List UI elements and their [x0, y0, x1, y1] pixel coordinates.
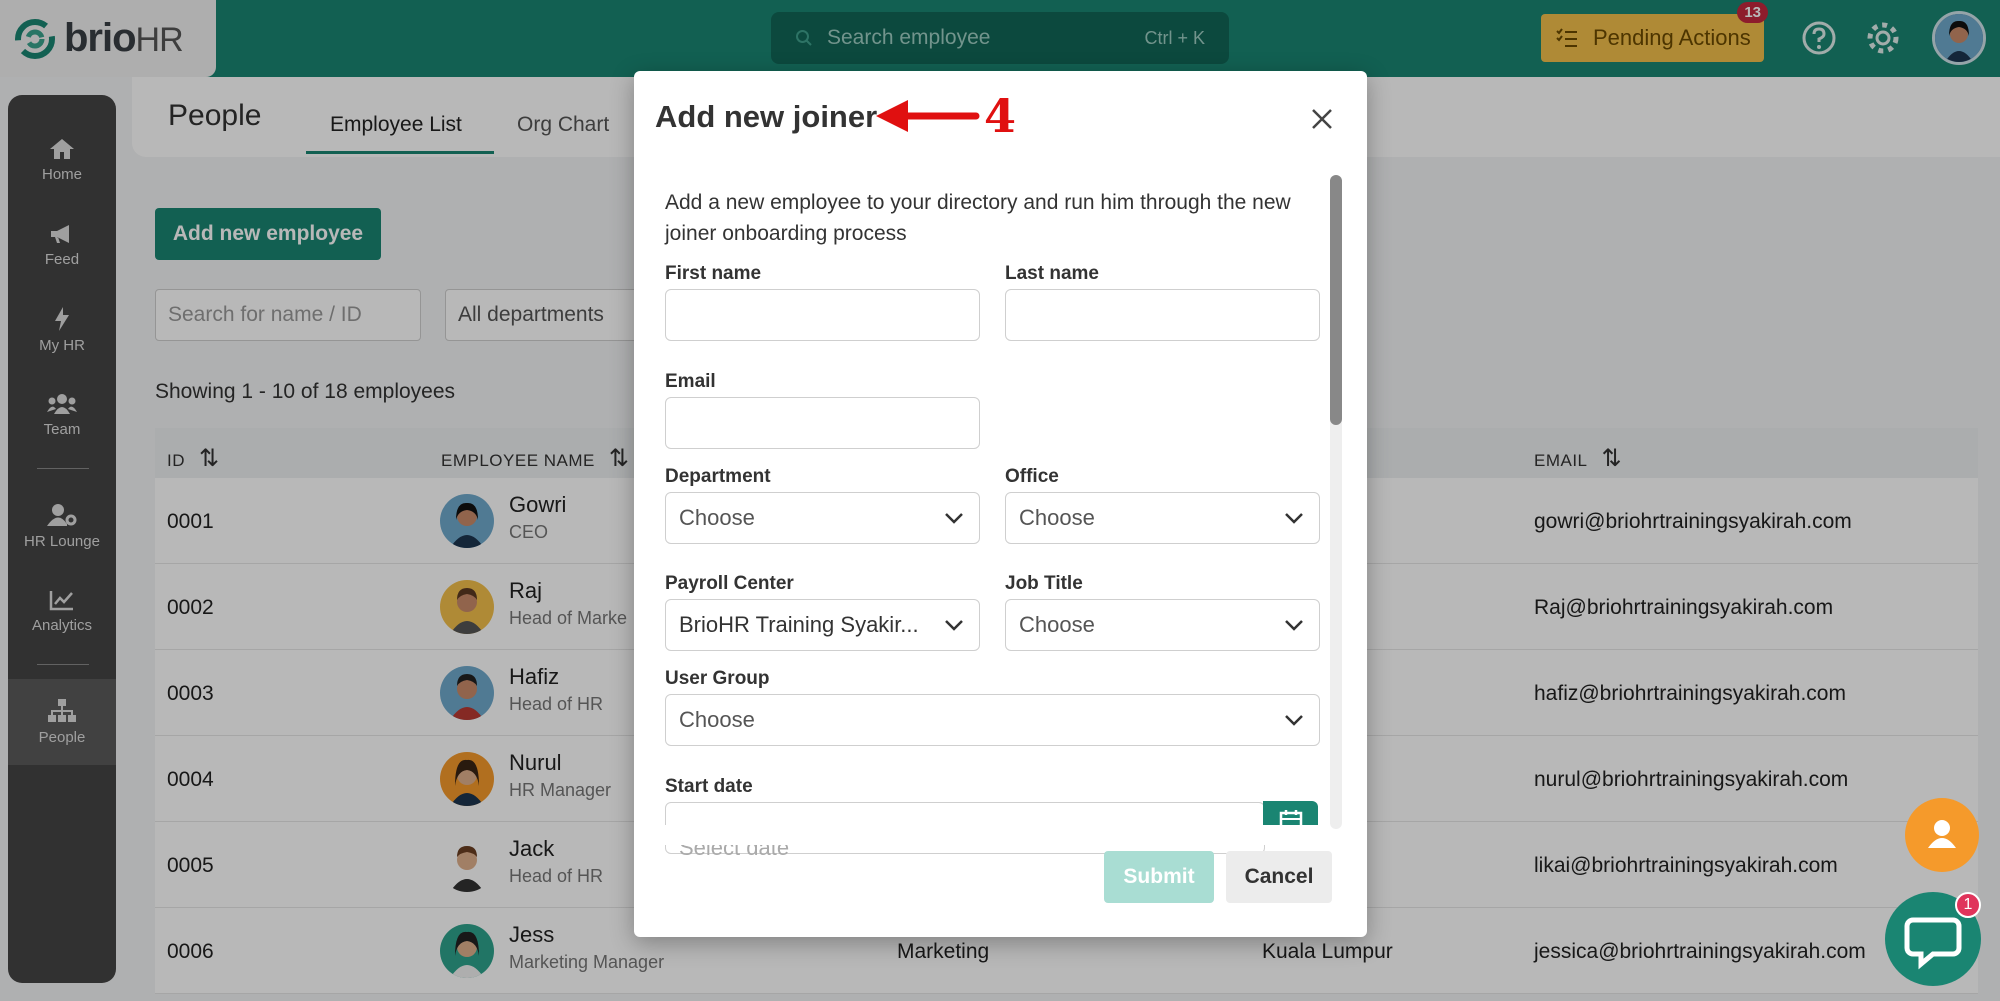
- annotation-step-number: 4: [984, 89, 1017, 143]
- chat-notification-badge: 1: [1955, 892, 1981, 918]
- dialog-scroll-clip: [654, 825, 1324, 845]
- email-label: Email: [665, 371, 716, 392]
- dialog-scrollbar-thumb[interactable]: [1330, 175, 1342, 425]
- department-select[interactable]: Choose: [665, 492, 980, 544]
- job-title-select[interactable]: Choose: [1005, 599, 1320, 651]
- user-group-select-value: Choose: [679, 707, 755, 732]
- office-label: Office: [1005, 466, 1059, 487]
- first-name-label: First name: [665, 263, 762, 284]
- first-name-input[interactable]: [665, 289, 980, 341]
- job-title-select-value: Choose: [1019, 612, 1095, 637]
- start-date-label: Start date: [665, 776, 753, 797]
- chevron-down-icon: [1285, 513, 1303, 524]
- email-input[interactable]: [665, 397, 980, 449]
- cancel-button[interactable]: Cancel: [1226, 851, 1332, 903]
- last-name-input[interactable]: [1005, 289, 1320, 341]
- department-label: Department: [665, 466, 771, 487]
- dialog-title: Add new joiner: [655, 99, 878, 134]
- red-arrow-annotation-icon: [876, 100, 980, 132]
- submit-button[interactable]: Submit: [1104, 851, 1214, 903]
- person-icon: [1928, 820, 1956, 848]
- support-person-button[interactable]: [1905, 798, 1979, 872]
- department-select-value: Choose: [679, 505, 755, 530]
- chevron-down-icon: [945, 513, 963, 524]
- payroll-center-select[interactable]: BrioHR Training Syakir...: [665, 599, 980, 651]
- chat-launcher-button[interactable]: 1: [1885, 892, 1981, 986]
- payroll-center-label: Payroll Center: [665, 573, 794, 594]
- close-icon[interactable]: [1306, 103, 1338, 135]
- job-title-label: Job Title: [1005, 573, 1083, 594]
- office-select-value: Choose: [1019, 505, 1095, 530]
- office-select[interactable]: Choose: [1005, 492, 1320, 544]
- user-group-label: User Group: [665, 668, 770, 689]
- dialog-description: Add a new employee to your directory and…: [665, 191, 1291, 245]
- chevron-down-icon: [1285, 715, 1303, 726]
- chevron-down-icon: [945, 620, 963, 631]
- add-new-joiner-dialog: Add new joiner 4 Add a new employee to y…: [634, 71, 1367, 937]
- user-group-select[interactable]: Choose: [665, 694, 1320, 746]
- payroll-center-select-value: BrioHR Training Syakir...: [679, 612, 919, 637]
- chevron-down-icon: [1285, 620, 1303, 631]
- last-name-label: Last name: [1005, 263, 1099, 284]
